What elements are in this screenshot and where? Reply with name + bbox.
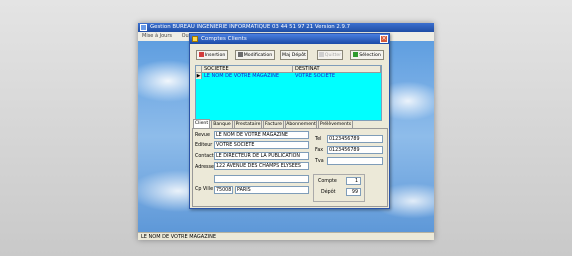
modification-button[interactable]: Modification — [235, 50, 275, 60]
adresse-line2-field[interactable] — [214, 175, 309, 183]
quitter-button[interactable]: Quitter — [317, 50, 343, 60]
close-button[interactable]: × — [380, 35, 388, 43]
table-row-cell-destinat[interactable]: VOTRE SOCIETE — [295, 73, 335, 79]
tva-label: Tva — [315, 159, 324, 164]
editeur-label: Editeur — [195, 143, 213, 148]
tab-client[interactable]: Client — [193, 119, 210, 128]
selection-label: Sélection — [359, 53, 381, 58]
compte-label: Compte — [318, 179, 337, 184]
client-tab-panel: Revue LE NOM DE VOTRE MAGAZINE Editeur V… — [192, 128, 388, 207]
quitter-label: Quitter — [324, 53, 342, 58]
tel-field[interactable]: 0123456789 — [327, 135, 383, 143]
depot-label: Dépôt — [321, 190, 336, 195]
tva-field[interactable] — [327, 157, 383, 165]
tab-prestataire[interactable]: Prestataire — [234, 120, 262, 128]
app-icon — [140, 24, 147, 31]
row-indicator: ▶ — [196, 73, 202, 79]
tel-label: Tel — [315, 137, 322, 142]
fax-field[interactable]: 0123456789 — [327, 146, 383, 154]
menu-item-ou[interactable]: Ou — [182, 33, 189, 39]
revue-label: Revue — [195, 133, 210, 138]
revue-field[interactable]: LE NOM DE VOTRE MAGAZINE — [214, 131, 309, 139]
main-title-bar: Gestion BUREAU INGENIERIE INFORMATIQUE 0… — [138, 23, 434, 32]
ville-field[interactable]: PARIS — [235, 186, 309, 194]
maj-depot-button[interactable]: Maj Dépôt — [280, 50, 308, 60]
edit-icon — [237, 51, 243, 57]
main-window-title: Gestion BUREAU INGENIERIE INFORMATIQUE 0… — [150, 24, 351, 30]
column-header-destinat[interactable]: DESTINAT — [293, 66, 381, 73]
menu-item-mise-a-jours[interactable]: Mise à Jours — [142, 33, 172, 39]
comptes-clients-dialog: Comptes Clients × Insertion Modification… — [189, 33, 390, 209]
insertion-label: Insertion — [204, 53, 226, 58]
adresse-label: Adresse — [195, 165, 215, 170]
checkmark-icon — [353, 51, 359, 57]
modification-label: Modification — [243, 53, 273, 58]
table-row-cell-societee[interactable]: LE NOM DE VOTRE MAGAZINE — [204, 73, 279, 79]
fax-label: Fax — [315, 148, 324, 153]
selection-button[interactable]: Sélection — [350, 50, 384, 60]
editeur-field[interactable]: VOTRE SOCIETE — [214, 141, 309, 149]
dialog-title-bar[interactable]: Comptes Clients × — [190, 34, 389, 44]
exit-icon — [318, 51, 324, 57]
cp-ville-label: Cp Ville — [195, 187, 214, 192]
cp-field[interactable]: 75008 — [214, 186, 233, 194]
tab-abonnement[interactable]: Abonnement — [285, 120, 317, 128]
main-status-bar: LE NOM DE VOTRE MAGAZINE — [138, 232, 434, 240]
dialog-title: Comptes Clients — [201, 36, 247, 42]
contact-field[interactable]: LE DIRECTEUR DE LA PUBLICATION — [214, 152, 309, 160]
compte-field[interactable]: 1 — [346, 177, 361, 185]
clients-grid[interactable]: SOCIETEE DESTINAT ▶ LE NOM DE VOTRE MAGA… — [195, 65, 382, 121]
tab-prelevements[interactable]: Prélèvements — [318, 120, 353, 128]
column-header-societee[interactable]: SOCIETEE — [202, 66, 293, 73]
insert-icon — [198, 51, 204, 57]
maj-depot-label: Maj Dépôt — [282, 53, 306, 58]
depot-field[interactable]: 99 — [346, 188, 361, 196]
tab-banque[interactable]: Banque — [211, 120, 233, 128]
dialog-icon — [192, 36, 198, 42]
insertion-button[interactable]: Insertion — [196, 50, 228, 60]
adresse-field[interactable]: 122 AVENUE DES CHAMPS ELYSEES — [214, 162, 309, 170]
tab-facture[interactable]: Facture — [263, 120, 284, 128]
contact-label: Contact — [195, 154, 214, 159]
